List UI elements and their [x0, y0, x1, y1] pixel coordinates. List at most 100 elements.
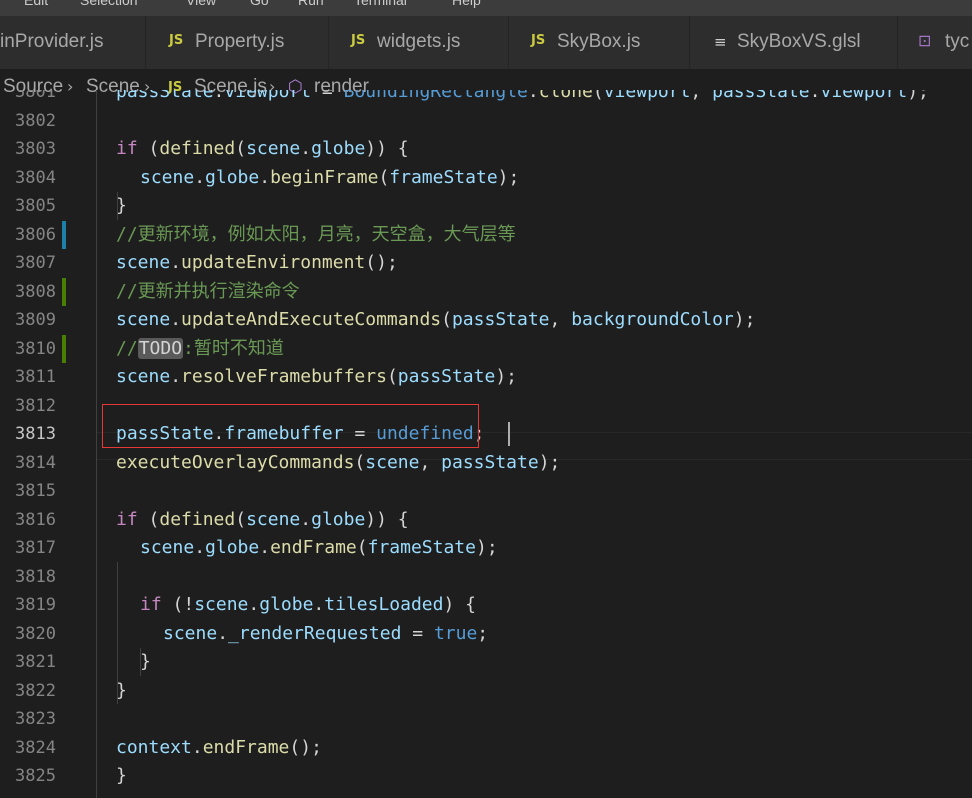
code-line[interactable]: 3820 scene._renderRequested = true; [0, 620, 972, 649]
code-line[interactable]: 3824 context.endFrame(); [0, 734, 972, 763]
tab-skybox[interactable]: JS SkyBox.js [509, 16, 690, 69]
git-change-marker[interactable] [62, 220, 66, 249]
line-number: 3820 [15, 623, 56, 644]
code-line[interactable]: 3815 [0, 477, 972, 506]
code-token: . [170, 252, 182, 273]
line-number: 3824 [15, 737, 56, 758]
menu-help[interactable]: Help [452, 0, 481, 8]
tab-inprovider[interactable]: inProvider.js [0, 16, 146, 69]
tab-widgets[interactable]: JS widgets.js [329, 16, 509, 69]
code-text: //更新并执行渲染命令 [116, 278, 300, 307]
code-line[interactable]: 3814 executeOverlayCommands(scene, passSt… [0, 449, 972, 478]
code-token: passState [451, 309, 550, 330]
code-token: . [194, 537, 206, 558]
line-number: 3817 [15, 538, 56, 558]
code-token: clone [538, 90, 593, 102]
code-token: ( [592, 90, 604, 102]
code-token: (); [365, 252, 398, 273]
code-token: scene [116, 366, 171, 387]
code-line[interactable]: 3808 //更新并执行渲染命令 [0, 277, 972, 307]
code-line[interactable]: 3804 scene.globe.beginFrame(frameState); [0, 164, 972, 193]
tab-label: widgets.js [377, 31, 461, 52]
annotation-highlight-box [102, 404, 479, 448]
code-line[interactable]: 3806 //更新环境，例如太阳，月亮，天空盒，大气层等 [0, 220, 972, 250]
code-line[interactable]: 3817 scene.globe.endFrame(frameState); [0, 534, 972, 563]
menu-view[interactable]: View [186, 0, 216, 8]
code-token: , [419, 451, 442, 473]
code-token: ); [497, 166, 520, 188]
code-token: . [248, 594, 260, 615]
code-token: frameState [389, 166, 498, 188]
code-editor[interactable]: 3801 passState.viewport = BoundingRectang… [0, 90, 972, 798]
git-change-marker[interactable] [62, 334, 66, 363]
code-line[interactable]: 3822} [0, 677, 972, 706]
code-token: BoundingRectangle [343, 90, 528, 102]
code-line[interactable]: 3821} [0, 648, 972, 677]
code-line[interactable]: 3801 passState.viewport = BoundingRectang… [0, 90, 972, 107]
code-line[interactable]: 3811 scene.resolveFramebuffers(passState)… [0, 363, 972, 392]
code-token: ); [907, 90, 929, 102]
line-number: 3813 [15, 424, 56, 444]
code-token: (); [289, 736, 322, 758]
code-token: tilesLoaded [324, 594, 444, 615]
tab-skyboxvs[interactable]: ≡ SkyBoxVS.glsl [690, 16, 898, 69]
code-token: globe [311, 138, 366, 159]
code-line[interactable]: 3818 [0, 563, 972, 592]
code-token: passState [712, 90, 810, 102]
code-line[interactable]: 3823 [0, 705, 972, 734]
code-line[interactable]: 3809 scene.updateAndExecuteCommands(passS… [0, 306, 972, 335]
code-token: if [116, 138, 138, 159]
code-text: //TODO:暂时不知道 [116, 335, 284, 364]
code-token: passState [441, 451, 539, 473]
line-number: 3805 [15, 196, 56, 216]
line-number: 3808 [15, 281, 56, 302]
editor-tab-bar: inProvider.js JS Property.js JS widgets.… [0, 16, 972, 69]
line-number: 3809 [15, 310, 56, 330]
code-token: ( [137, 138, 160, 159]
code-text: scene.resolveFramebuffers(passState); [116, 363, 517, 392]
menu-edit[interactable]: Edit [24, 0, 48, 8]
code-line[interactable]: 3810 //TODO:暂时不知道 [0, 334, 972, 364]
code-line[interactable]: 3819 if (!scene.globe.tilesLoaded) { [0, 591, 972, 620]
menu-run[interactable]: Run [298, 0, 324, 8]
tab-property[interactable]: JS Property.js [146, 16, 329, 69]
code-line[interactable]: 3816 if (defined(scene.globe)) { [0, 506, 972, 535]
line-number: 3803 [15, 139, 56, 159]
code-token: , [549, 309, 572, 330]
code-token: viewport [820, 90, 908, 102]
line-number: 3819 [15, 595, 56, 615]
menu-go[interactable]: Go [250, 0, 269, 8]
tab-label: Property.js [195, 31, 285, 52]
code-line[interactable]: 3803 if (defined(scene.globe)) { [0, 135, 972, 164]
code-line[interactable]: 3802 [0, 107, 972, 136]
code-token: scene [246, 508, 301, 530]
code-token: ( [356, 537, 368, 558]
menu-terminal[interactable]: Terminal [354, 0, 407, 8]
code-line[interactable]: 3807 scene.updateEnvironment(); [0, 249, 972, 278]
code-token: if [140, 594, 162, 615]
code-token: . [170, 366, 182, 387]
code-token: updateEnvironment [181, 252, 366, 273]
code-line[interactable]: 3825} [0, 762, 972, 791]
code-line[interactable]: 3805} [0, 192, 972, 221]
text-file-icon: ≡ [714, 33, 727, 51]
code-token: . [300, 138, 312, 159]
code-token: resolveFramebuffers [181, 366, 387, 387]
tab-tyc[interactable]: ⊡ tyc [898, 16, 972, 69]
menu-selection[interactable]: Selection [80, 0, 138, 8]
code-token: scene [116, 252, 171, 273]
code-text: } [116, 762, 127, 791]
todo-tag: TODO [137, 337, 184, 359]
code-token: passState [397, 366, 496, 387]
code-token: scene [163, 622, 218, 644]
tab-label: SkyBox.js [557, 31, 641, 52]
code-token: scene [116, 309, 171, 330]
code-token: . [527, 90, 539, 102]
code-text: if (defined(scene.globe)) { [116, 506, 409, 535]
code-token: backgroundColor [571, 309, 734, 330]
line-number: 3806 [15, 224, 56, 245]
code-text: } [116, 192, 127, 221]
git-change-marker[interactable] [62, 277, 66, 306]
code-token: ( [137, 508, 160, 530]
code-token: )) { [365, 138, 409, 159]
